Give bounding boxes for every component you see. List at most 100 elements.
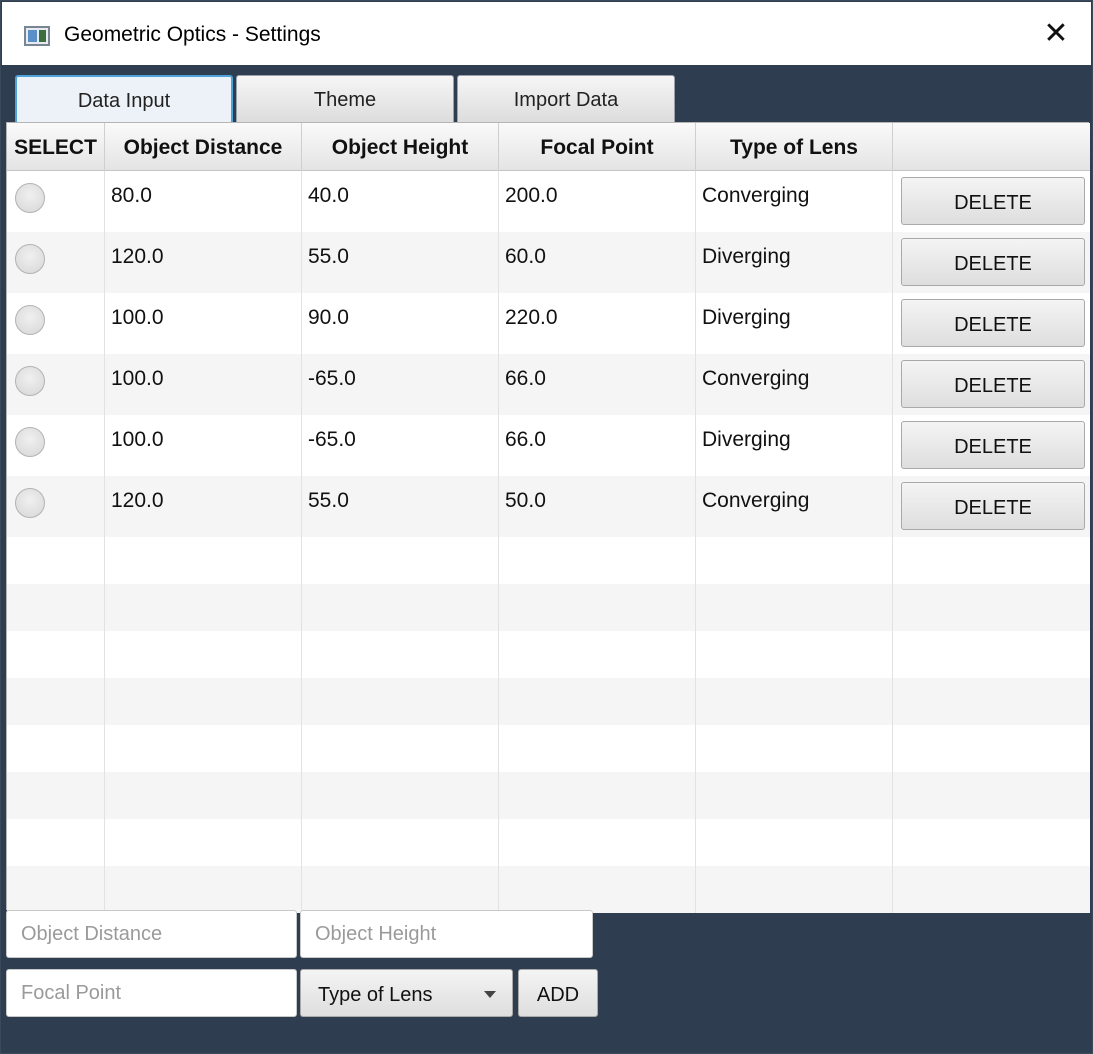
table-cell-focal: 66.0 (499, 415, 696, 476)
data-table: SELECT Object Distance Object Height Foc… (6, 122, 1090, 913)
delete-button[interactable]: DELETE (901, 482, 1085, 530)
table-cell-select (7, 171, 105, 232)
table-cell-distance: 100.0 (105, 293, 302, 354)
focal-point-input[interactable] (6, 969, 297, 1017)
empty-table-row (7, 819, 1090, 866)
delete-button[interactable]: DELETE (901, 177, 1085, 225)
table-cell-focal (499, 866, 696, 913)
select-radio[interactable] (15, 305, 45, 335)
table-row[interactable]: 80.0 40.0 200.0 Converging DELETE (7, 171, 1090, 232)
column-header-select[interactable]: SELECT (7, 123, 105, 171)
table-row[interactable]: 120.0 55.0 50.0 Converging DELETE (7, 476, 1090, 537)
table-cell-focal (499, 631, 696, 678)
table-cell-height (302, 866, 499, 913)
empty-table-row (7, 537, 1090, 584)
select-radio[interactable] (15, 366, 45, 396)
table-cell-select (7, 819, 105, 866)
table-cell-height: 90.0 (302, 293, 499, 354)
select-radio[interactable] (15, 244, 45, 274)
table-cell-action (893, 584, 1090, 631)
table-cell-select (7, 866, 105, 913)
table-cell-lens (696, 725, 893, 772)
table-cell-focal (499, 678, 696, 725)
table-cell-focal: 200.0 (499, 171, 696, 232)
table-cell-height: -65.0 (302, 354, 499, 415)
delete-button[interactable]: DELETE (901, 421, 1085, 469)
delete-button[interactable]: DELETE (901, 360, 1085, 408)
table-cell-action (893, 772, 1090, 819)
window-title: Geometric Optics - Settings (64, 23, 321, 46)
chevron-down-icon (484, 991, 496, 998)
column-header-type-of-lens[interactable]: Type of Lens (696, 123, 893, 171)
delete-button[interactable]: DELETE (901, 238, 1085, 286)
table-cell-select (7, 631, 105, 678)
table-cell-distance (105, 537, 302, 584)
table-cell-lens: Converging (696, 171, 893, 232)
tab-data-input[interactable]: Data Input (15, 75, 233, 123)
table-cell-lens (696, 584, 893, 631)
add-button[interactable]: ADD (518, 969, 598, 1017)
column-header-actions (893, 123, 1090, 171)
table-cell-lens (696, 537, 893, 584)
table-row[interactable]: 100.0 -65.0 66.0 Converging DELETE (7, 354, 1090, 415)
settings-window: Geometric Optics - Settings ✕ Data Input… (0, 0, 1093, 1054)
tab-import-data[interactable]: Import Data (457, 75, 675, 123)
table-cell-select (7, 476, 105, 537)
table-cell-action (893, 631, 1090, 678)
table-cell-select (7, 293, 105, 354)
delete-button[interactable]: DELETE (901, 299, 1085, 347)
object-height-input[interactable] (300, 910, 593, 958)
table-cell-select (7, 354, 105, 415)
table-cell-height (302, 678, 499, 725)
table-row[interactable]: 120.0 55.0 60.0 Diverging DELETE (7, 232, 1090, 293)
table-header: SELECT Object Distance Object Height Foc… (7, 123, 1090, 171)
table-row[interactable]: 100.0 -65.0 66.0 Diverging DELETE (7, 415, 1090, 476)
table-cell-distance (105, 725, 302, 772)
table-cell-distance (105, 584, 302, 631)
table-cell-focal: 220.0 (499, 293, 696, 354)
table-cell-action (893, 537, 1090, 584)
table-cell-lens: Converging (696, 476, 893, 537)
table-cell-focal: 60.0 (499, 232, 696, 293)
title-bar: Geometric Optics - Settings ✕ (2, 2, 1091, 65)
table-cell-distance (105, 866, 302, 913)
select-radio[interactable] (15, 427, 45, 457)
empty-table-row (7, 866, 1090, 913)
lens-type-dropdown[interactable]: Type of Lens (300, 969, 513, 1017)
table-cell-height (302, 584, 499, 631)
select-radio[interactable] (15, 488, 45, 518)
lens-type-selected-label: Type of Lens (318, 984, 433, 1006)
table-cell-height (302, 772, 499, 819)
column-header-focal-point[interactable]: Focal Point (499, 123, 696, 171)
table-cell-distance (105, 772, 302, 819)
table-cell-height (302, 725, 499, 772)
table-cell-action (893, 725, 1090, 772)
empty-table-row (7, 772, 1090, 819)
empty-table-row (7, 584, 1090, 631)
table-cell-lens: Diverging (696, 415, 893, 476)
close-icon[interactable]: ✕ (1039, 16, 1073, 52)
table-cell-select (7, 232, 105, 293)
table-cell-lens: Diverging (696, 232, 893, 293)
table-cell-lens (696, 631, 893, 678)
table-cell-focal (499, 772, 696, 819)
table-cell-distance (105, 678, 302, 725)
table-row[interactable]: 100.0 90.0 220.0 Diverging DELETE (7, 293, 1090, 354)
object-distance-input[interactable] (6, 910, 297, 958)
table-cell-height (302, 537, 499, 584)
column-header-object-height[interactable]: Object Height (302, 123, 499, 171)
column-header-object-distance[interactable]: Object Distance (105, 123, 302, 171)
empty-table-row (7, 678, 1090, 725)
table-cell-focal: 50.0 (499, 476, 696, 537)
table-cell-distance: 120.0 (105, 232, 302, 293)
table-cell-height: 40.0 (302, 171, 499, 232)
table-cell-focal (499, 819, 696, 866)
table-cell-focal (499, 537, 696, 584)
table-cell-distance: 120.0 (105, 476, 302, 537)
table-cell-height: -65.0 (302, 415, 499, 476)
table-cell-lens (696, 819, 893, 866)
tab-theme[interactable]: Theme (236, 75, 454, 123)
select-radio[interactable] (15, 183, 45, 213)
table-cell-action (893, 678, 1090, 725)
table-cell-select (7, 772, 105, 819)
